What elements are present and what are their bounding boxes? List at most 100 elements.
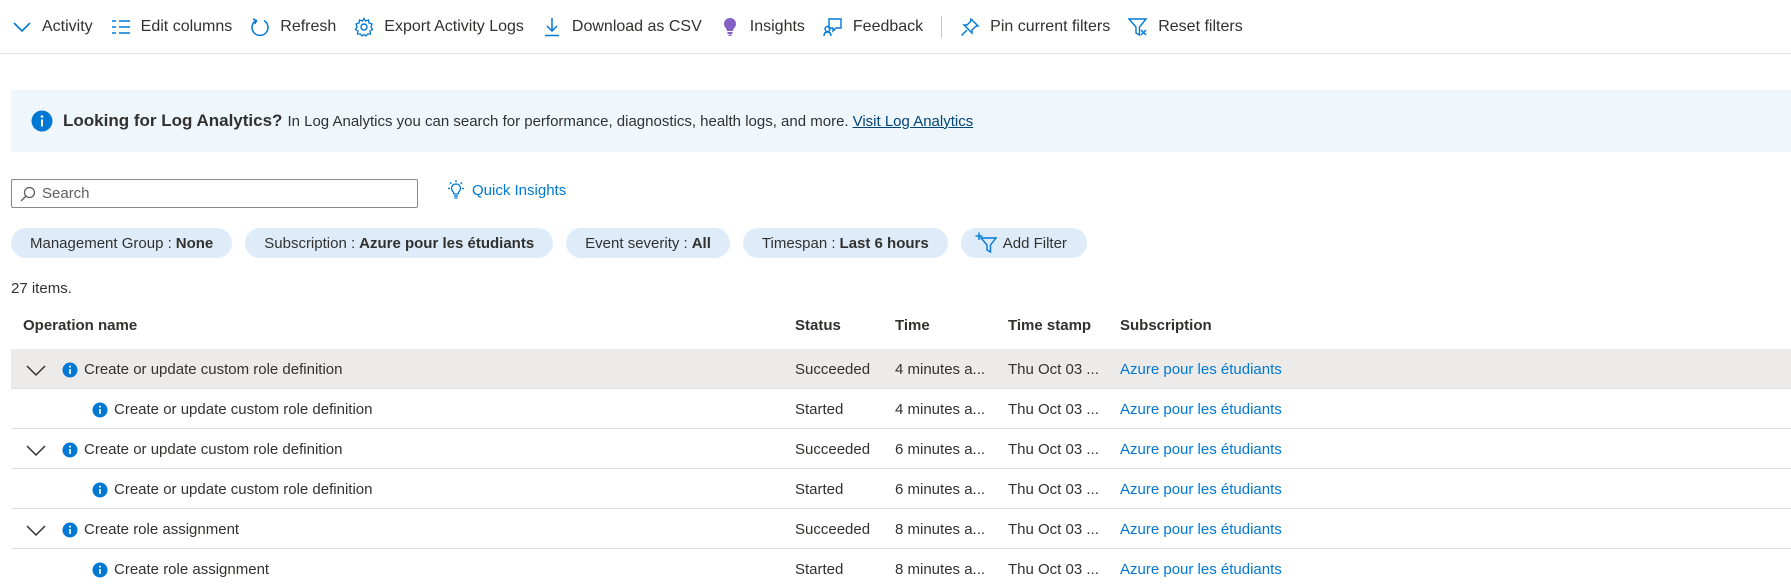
toolbar-divider <box>941 15 943 38</box>
filter-value: Last 6 hours <box>839 234 929 252</box>
time: 4 minutes a... <box>895 361 986 378</box>
filter-key: Management Group : <box>30 234 172 252</box>
insights-button[interactable]: Insights <box>720 11 805 43</box>
export-activity-logs-label: Export Activity Logs <box>384 17 524 35</box>
column-header-status[interactable]: Status <box>795 317 841 334</box>
chevron-down-icon[interactable] <box>25 359 47 381</box>
operation-name: Create or update custom role definition <box>84 361 343 378</box>
table-header: Operation name Status Time Time stamp Su… <box>11 313 1791 341</box>
time-stamp: Thu Oct 03 ... <box>1008 361 1099 378</box>
search-input[interactable] <box>42 185 402 202</box>
feedback-icon <box>823 17 842 36</box>
filter-key: Subscription : <box>264 234 356 252</box>
insights-label: Insights <box>749 17 805 35</box>
refresh-icon <box>251 17 269 36</box>
activity-label: Activity <box>42 17 93 35</box>
table-row[interactable]: Create role assignment Started 8 minutes… <box>11 549 1791 585</box>
time-stamp: Thu Oct 03 ... <box>1008 561 1099 578</box>
subscription-link[interactable]: Azure pour les étudiants <box>1120 361 1282 378</box>
status: Succeeded <box>795 441 871 458</box>
time-stamp: Thu Oct 03 ... <box>1008 481 1099 498</box>
table-row[interactable]: Create or update custom role definition … <box>11 389 1791 429</box>
time: 6 minutes a... <box>895 441 986 458</box>
search-icon <box>20 186 36 201</box>
pin-filters-label: Pin current filters <box>990 17 1111 35</box>
filter-key: Event severity : <box>585 234 688 252</box>
reset-filter-icon <box>1128 17 1148 36</box>
subscription-link[interactable]: Azure pour les étudiants <box>1120 521 1282 538</box>
edit-columns-icon <box>111 19 130 34</box>
add-filter-icon <box>975 232 997 254</box>
subscription-link[interactable]: Azure pour les étudiants <box>1120 401 1282 418</box>
status: Started <box>795 401 844 418</box>
visit-log-analytics-link[interactable]: Visit Log Analytics <box>853 113 974 130</box>
status: Succeeded <box>795 521 871 538</box>
refresh-label: Refresh <box>280 17 337 35</box>
quick-insights-button[interactable]: Quick Insights <box>445 178 566 202</box>
search-box[interactable] <box>11 179 418 208</box>
status: Started <box>795 561 844 578</box>
activity-button[interactable]: Activity <box>12 11 93 43</box>
time-stamp: Thu Oct 03 ... <box>1008 401 1099 418</box>
add-filter-label: Add Filter <box>1002 234 1067 252</box>
gear-icon <box>354 16 374 37</box>
quick-insights-label: Quick Insights <box>472 181 567 199</box>
time: 8 minutes a... <box>895 521 986 538</box>
edit-columns-button[interactable]: Edit columns <box>111 11 233 43</box>
refresh-button[interactable]: Refresh <box>250 11 336 43</box>
export-activity-logs-button[interactable]: Export Activity Logs <box>354 11 524 43</box>
filter-subscription[interactable]: Subscription : Azure pour les étudiants <box>245 228 554 258</box>
subscription-link[interactable]: Azure pour les étudiants <box>1120 561 1282 578</box>
download-csv-label: Download as CSV <box>571 17 702 35</box>
operation-name: Create role assignment <box>114 561 270 578</box>
filter-value: None <box>175 234 214 252</box>
status: Succeeded <box>795 361 871 378</box>
operation-name: Create or update custom role definition <box>114 481 373 498</box>
reset-filters-button[interactable]: Reset filters <box>1128 11 1243 43</box>
table-row[interactable]: Create or update custom role definition … <box>11 429 1791 469</box>
filter-value: Azure pour les étudiants <box>359 234 535 252</box>
column-header-subscription[interactable]: Subscription <box>1120 317 1212 334</box>
edit-columns-label: Edit columns <box>140 17 233 35</box>
chevron-down-icon[interactable] <box>25 519 47 541</box>
filter-key: Timespan : <box>761 234 836 252</box>
feedback-button[interactable]: Feedback <box>823 11 923 43</box>
table-row[interactable]: Create or update custom role definition … <box>11 469 1791 509</box>
pin-filters-button[interactable]: Pin current filters <box>960 11 1110 43</box>
operation-name: Create or update custom role definition <box>84 441 343 458</box>
add-filter-button[interactable]: Add Filter <box>960 228 1087 258</box>
column-header-time-stamp[interactable]: Time stamp <box>1008 317 1091 334</box>
log-analytics-banner: Looking for Log Analytics? In Log Analyt… <box>11 90 1791 152</box>
reset-filters-label: Reset filters <box>1158 17 1243 35</box>
column-header-time[interactable]: Time <box>895 317 930 334</box>
download-csv-button[interactable]: Download as CSV <box>542 11 702 43</box>
table-row[interactable]: Create role assignment Succeeded 8 minut… <box>11 509 1791 549</box>
chevron-down-icon <box>13 21 31 32</box>
table-row[interactable]: Create or update custom role definition … <box>11 349 1791 389</box>
info-icon <box>62 442 78 458</box>
subscription-link[interactable]: Azure pour les étudiants <box>1120 481 1282 498</box>
info-icon <box>62 362 78 378</box>
activity-table: Create or update custom role definition … <box>11 349 1791 585</box>
time: 6 minutes a... <box>895 481 986 498</box>
operation-name: Create role assignment <box>84 521 240 538</box>
filter-bar: Management Group : None Subscription : Azu… <box>11 228 1100 258</box>
time-stamp: Thu Oct 03 ... <box>1008 521 1099 538</box>
filter-timespan[interactable]: Timespan : Last 6 hours <box>742 228 948 258</box>
column-header-operation-name[interactable]: Operation name <box>23 317 137 334</box>
info-icon <box>92 402 108 418</box>
time: 8 minutes a... <box>895 561 986 578</box>
filter-management-group[interactable]: Management Group : None <box>11 228 233 258</box>
chevron-down-icon[interactable] <box>25 439 47 461</box>
subscription-link[interactable]: Azure pour les étudiants <box>1120 441 1282 458</box>
status: Started <box>795 481 844 498</box>
item-count: 27 items. <box>11 280 72 297</box>
filter-event-severity[interactable]: Event severity : All <box>566 228 730 258</box>
command-bar: Activity Edit columns Refresh Export Act… <box>0 0 1791 54</box>
info-icon <box>92 482 108 498</box>
lightbulb-outline-icon <box>448 180 464 199</box>
time: 4 minutes a... <box>895 401 986 418</box>
info-icon <box>62 522 78 538</box>
feedback-label: Feedback <box>852 17 924 35</box>
pin-icon <box>961 17 980 36</box>
